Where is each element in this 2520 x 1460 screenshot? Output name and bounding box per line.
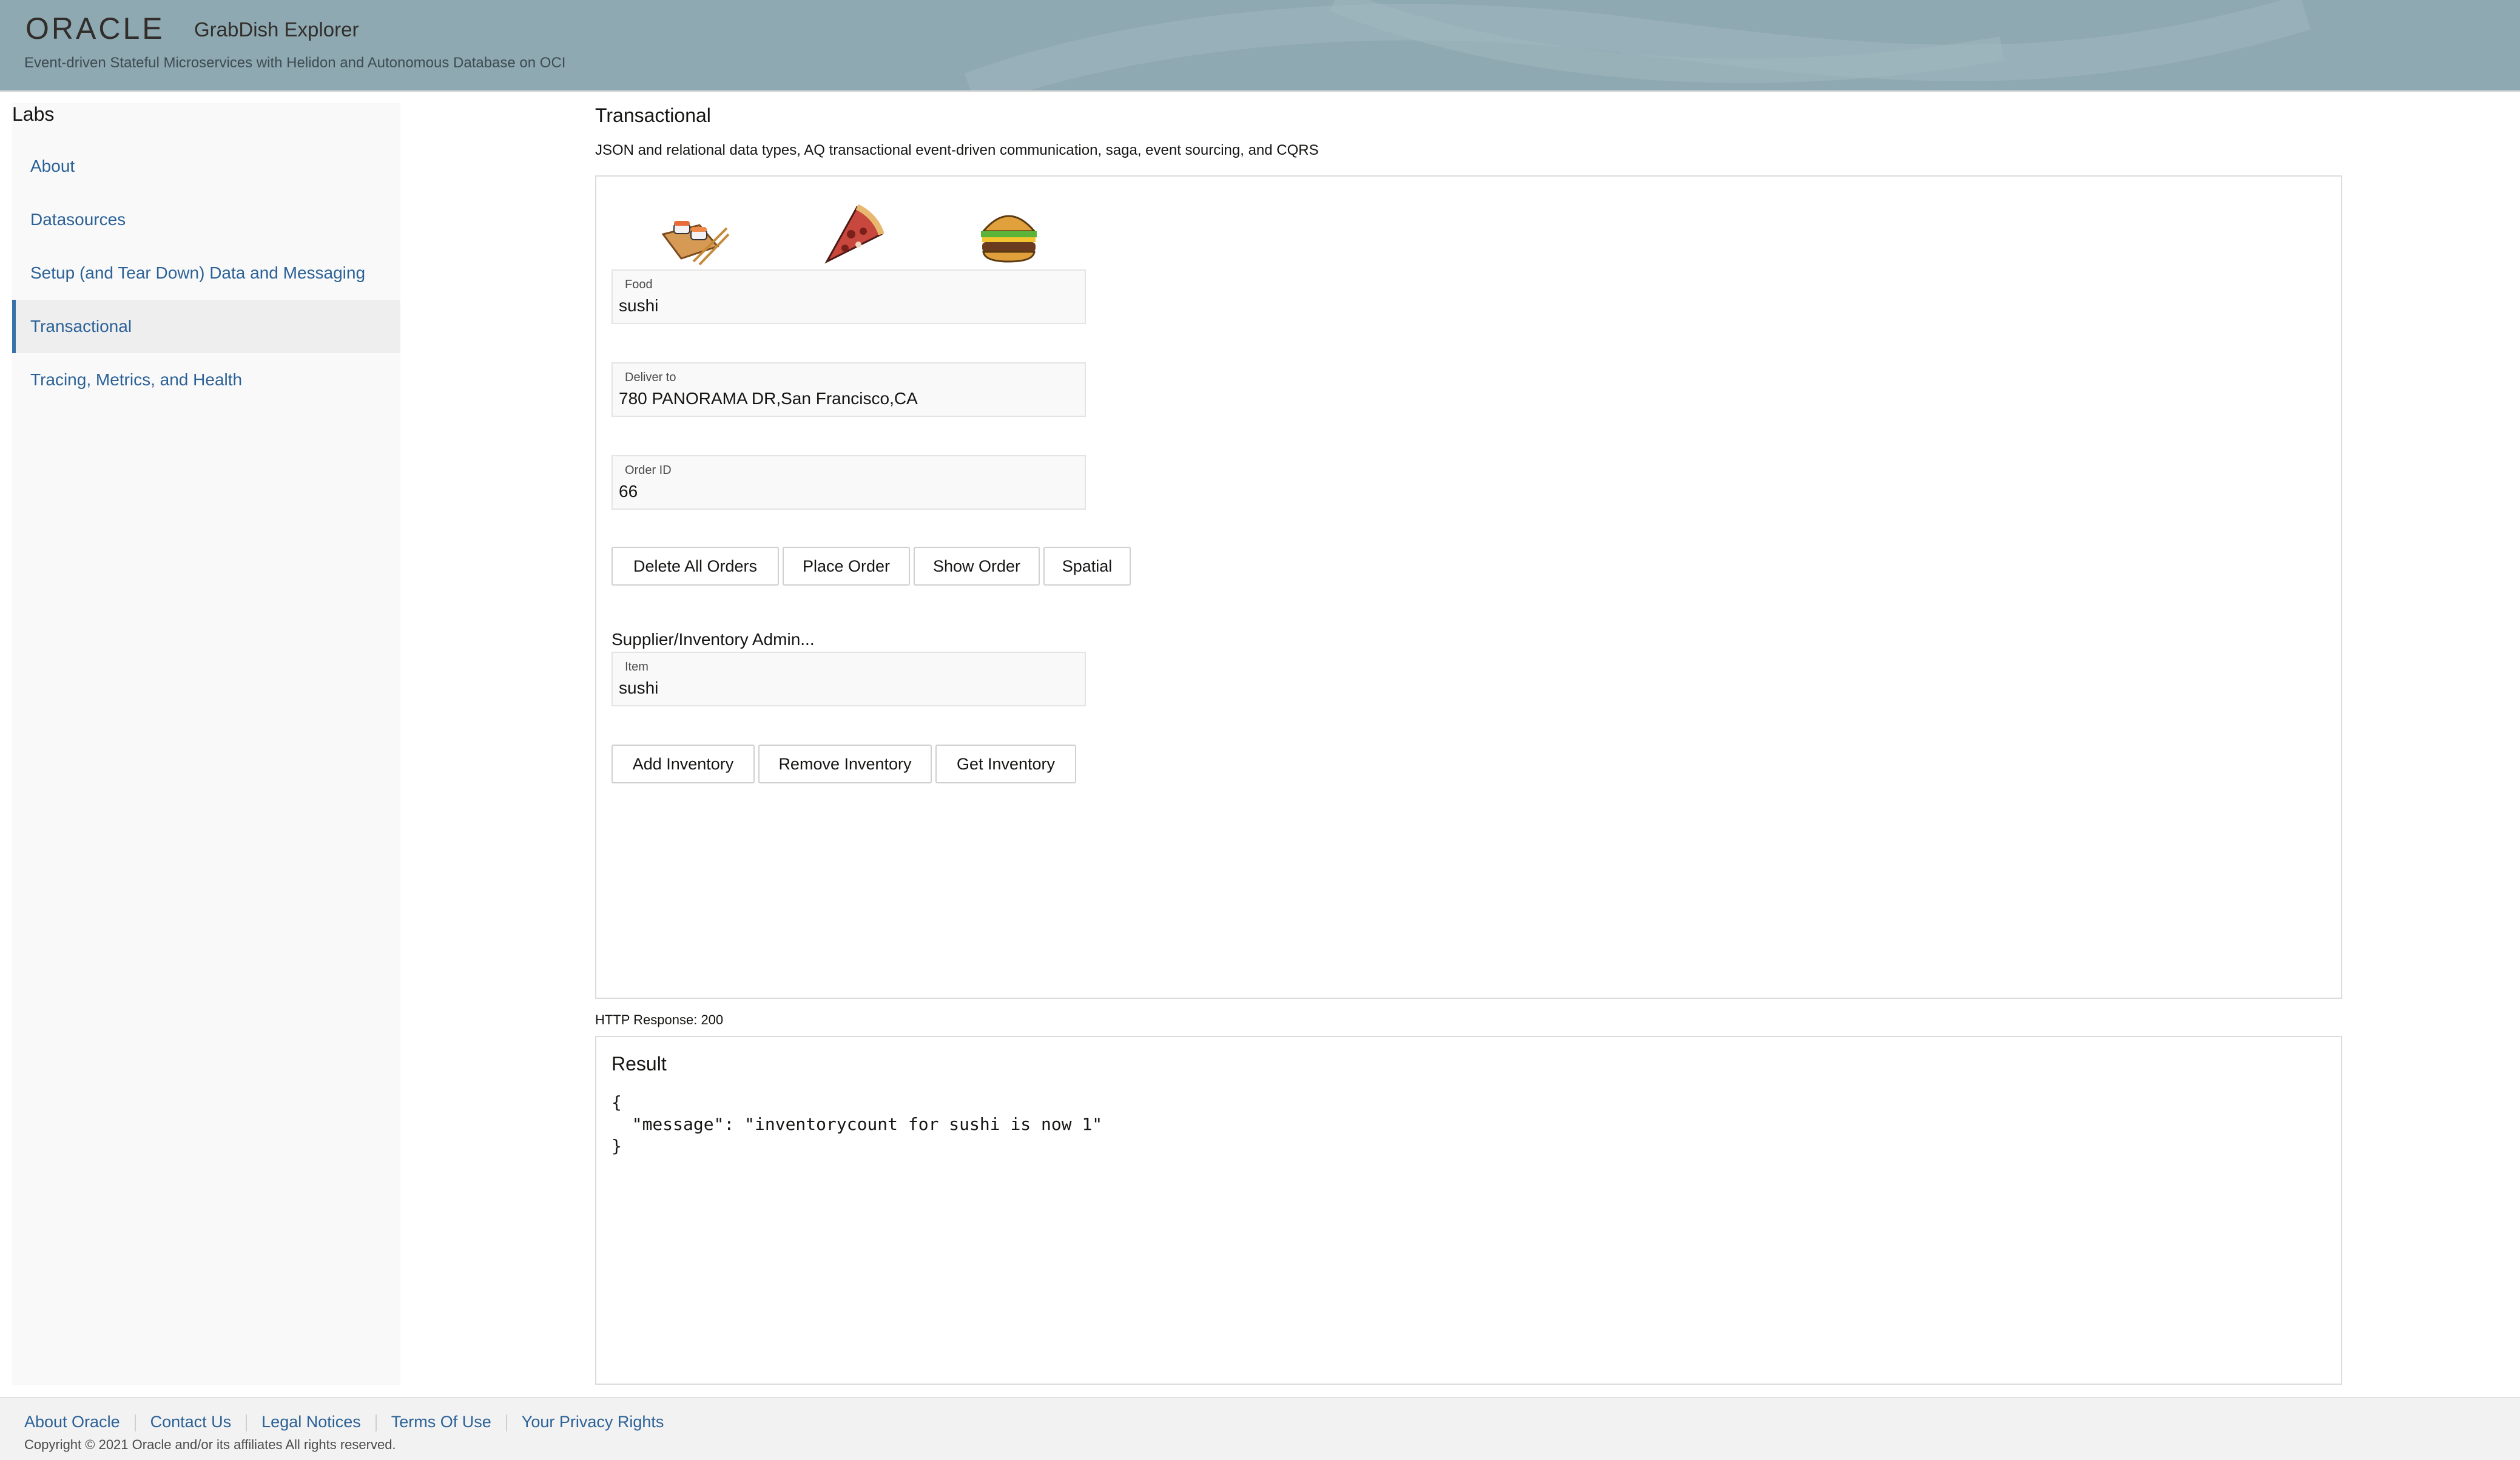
food-field-value[interactable]: sushi xyxy=(619,296,658,316)
footer-links: About Oracle Contact Us Legal Notices Terms… xyxy=(24,1413,664,1431)
remove-inventory-button[interactable]: Remove Inventory xyxy=(758,745,932,783)
footer-link-contact-us[interactable]: Contact Us xyxy=(150,1413,232,1431)
item-field-label: Item xyxy=(625,660,649,674)
sidebar-item-about[interactable]: About xyxy=(12,140,400,193)
footer-divider xyxy=(246,1414,248,1431)
footer-link-privacy-rights[interactable]: Your Privacy Rights xyxy=(522,1413,664,1431)
sidebar-nav: About Datasources Setup (and Tear Down) … xyxy=(12,140,400,407)
pizza-icon[interactable] xyxy=(815,201,888,268)
show-order-button[interactable]: Show Order xyxy=(914,547,1040,586)
order-panel: Food sushi Deliver to 780 PANORAMA DR,Sa… xyxy=(595,175,2342,999)
get-inventory-button[interactable]: Get Inventory xyxy=(935,745,1076,783)
footer-divider xyxy=(505,1414,507,1431)
footer-link-legal-notices[interactable]: Legal Notices xyxy=(261,1413,361,1431)
header-banner: ORACLE GrabDish Explorer Event-driven St… xyxy=(0,0,2520,92)
footer-link-terms-of-use[interactable]: Terms Of Use xyxy=(391,1413,491,1431)
app-title: GrabDish Explorer xyxy=(194,18,359,41)
sidebar-title: Labs xyxy=(12,103,55,125)
header-background-pattern xyxy=(964,0,2311,90)
oracle-logo[interactable]: ORACLE xyxy=(25,11,165,46)
sushi-icon[interactable] xyxy=(657,201,730,268)
add-inventory-button[interactable]: Add Inventory xyxy=(611,745,755,783)
delete-all-orders-button[interactable]: Delete All Orders xyxy=(611,547,779,586)
food-field[interactable]: Food sushi xyxy=(611,269,1086,324)
page-title: Transactional xyxy=(595,104,711,126)
http-response-status: HTTP Response: 200 xyxy=(595,1012,724,1027)
result-json: { "message": "inventorycount for sushi i… xyxy=(611,1092,1103,1156)
item-field[interactable]: Item sushi xyxy=(611,652,1086,706)
footer-divider xyxy=(134,1414,136,1431)
deliver-to-field-label: Deliver to xyxy=(625,371,676,384)
order-id-field-value[interactable]: 66 xyxy=(619,482,638,501)
food-field-label: Food xyxy=(625,278,653,291)
item-field-value[interactable]: sushi xyxy=(619,678,658,698)
order-id-field[interactable]: Order ID 66 xyxy=(611,455,1086,510)
footer-divider xyxy=(375,1414,377,1431)
sidebar: About Datasources Setup (and Tear Down) … xyxy=(12,103,400,1385)
sidebar-item-datasources[interactable]: Datasources xyxy=(12,193,400,246)
result-title: Result xyxy=(611,1053,667,1075)
footer: About Oracle Contact Us Legal Notices Terms… xyxy=(0,1397,2520,1460)
result-panel: Result { "message": "inventorycount for … xyxy=(595,1036,2342,1385)
copyright-text: Copyright © 2021 Oracle and/or its affil… xyxy=(24,1437,396,1452)
app-subtitle: Event-driven Stateful Microservices with… xyxy=(24,55,566,71)
page-description: JSON and relational data types, AQ trans… xyxy=(595,142,1319,158)
burger-icon[interactable] xyxy=(972,201,1045,268)
spatial-button[interactable]: Spatial xyxy=(1043,547,1131,586)
sidebar-item-transactional[interactable]: Transactional xyxy=(12,300,400,353)
deliver-to-field[interactable]: Deliver to 780 PANORAMA DR,San Francisco… xyxy=(611,362,1086,417)
place-order-button[interactable]: Place Order xyxy=(783,547,910,586)
inventory-section-label: Supplier/Inventory Admin... xyxy=(611,630,815,649)
sidebar-item-setup[interactable]: Setup (and Tear Down) Data and Messaging xyxy=(12,246,400,300)
order-id-field-label: Order ID xyxy=(625,464,672,477)
footer-link-about-oracle[interactable]: About Oracle xyxy=(24,1413,120,1431)
deliver-to-field-value[interactable]: 780 PANORAMA DR,San Francisco,CA xyxy=(619,389,918,408)
sidebar-item-tracing[interactable]: Tracing, Metrics, and Health xyxy=(12,353,400,407)
